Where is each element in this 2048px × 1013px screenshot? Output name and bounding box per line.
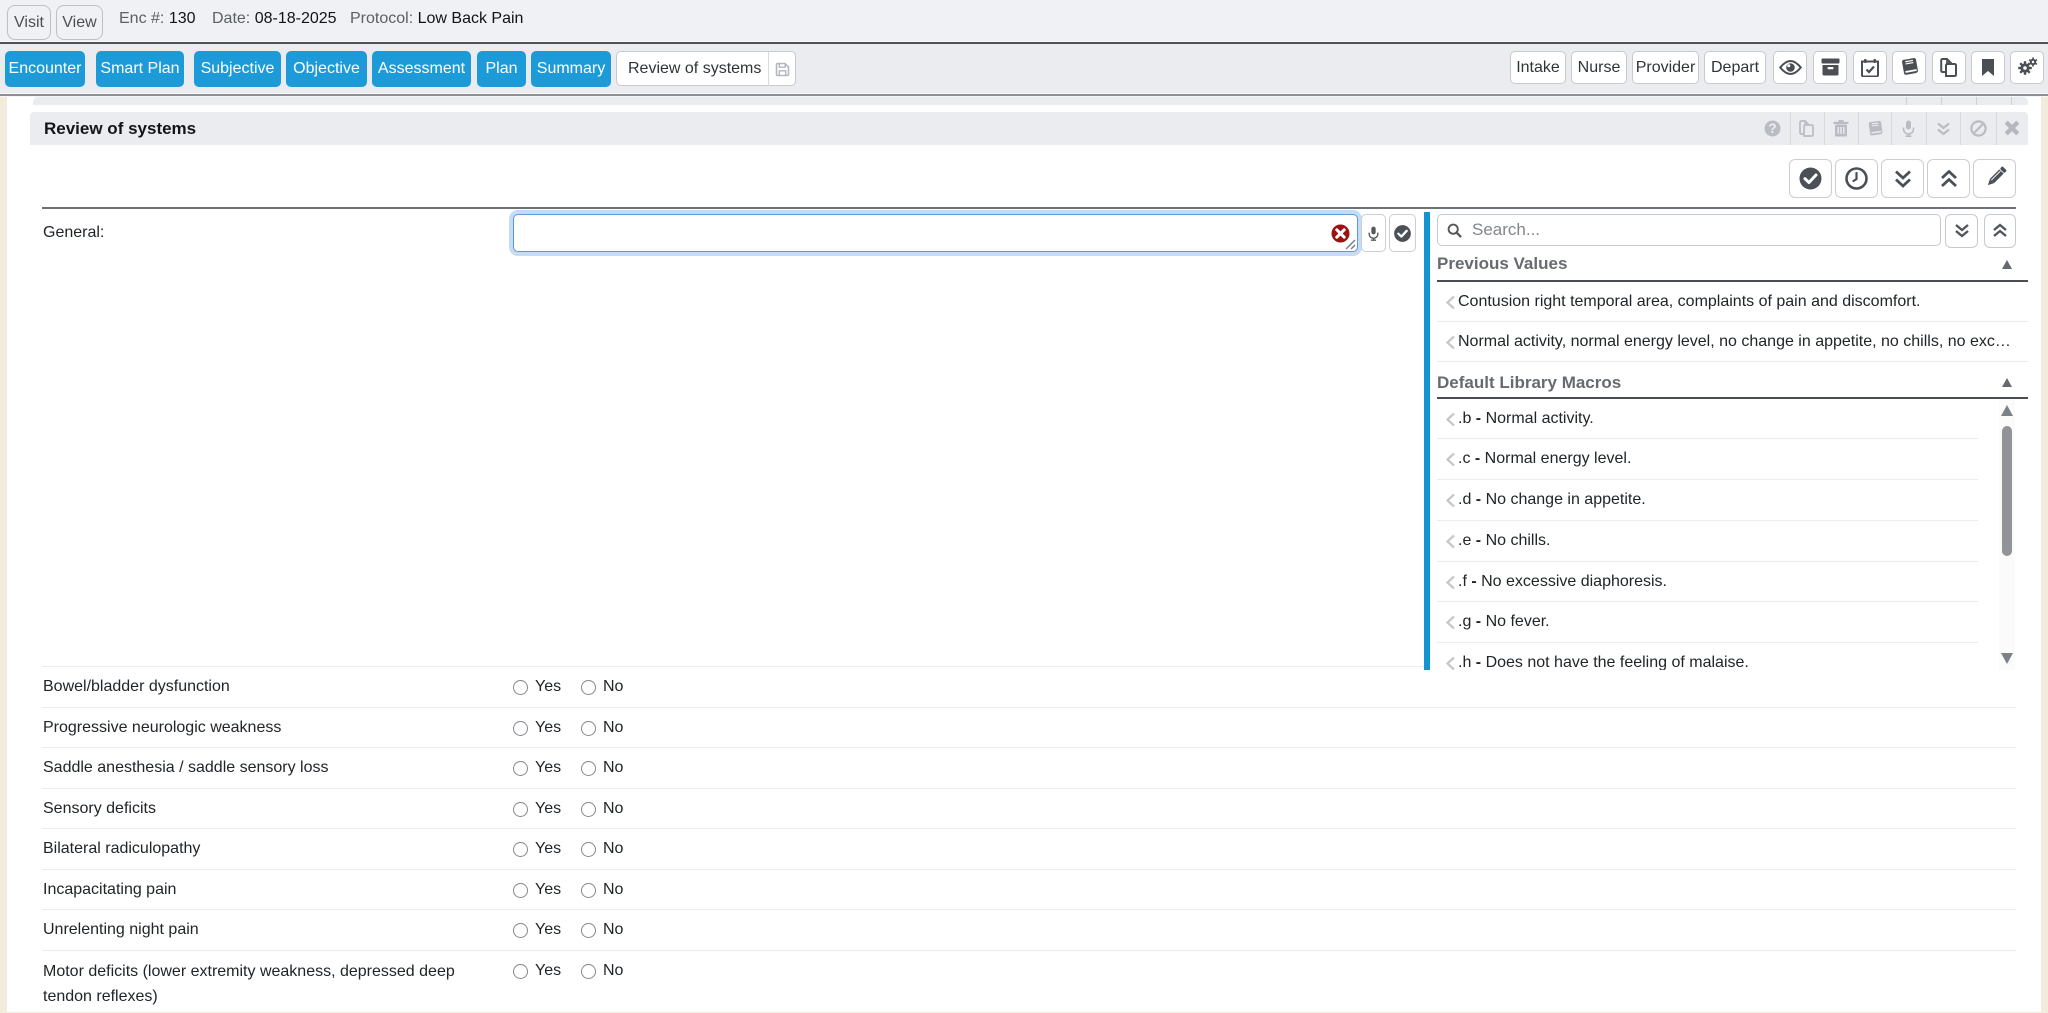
svg-text:?: ? [1768, 121, 1776, 136]
